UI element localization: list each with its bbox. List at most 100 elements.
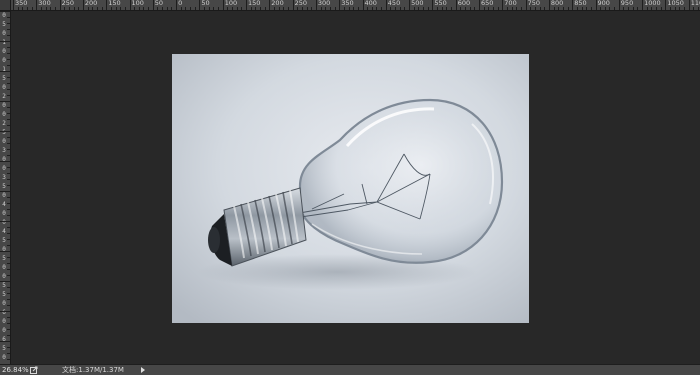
ruler-label: 250 xyxy=(61,0,75,7)
ruler-tick-minor xyxy=(600,7,602,10)
ruler-tick-minor xyxy=(7,317,10,318)
ruler-tick-minor xyxy=(353,7,355,10)
ruler-tick-minor xyxy=(7,245,10,246)
horizontal-ruler[interactable]: 350 300 250 200 150 100 50 0 50 100 150 200 250 300 35… xyxy=(11,0,700,11)
ruler-tick-major xyxy=(0,191,10,192)
ruler-tick-minor xyxy=(7,173,10,174)
ruler-tick-minor xyxy=(301,7,303,10)
document-size-label: 文档: xyxy=(62,366,79,374)
ruler-tick-minor xyxy=(297,7,299,10)
ruler-tick-minor xyxy=(7,17,10,18)
ruler-tick-minor xyxy=(171,7,173,10)
ruler-tick-minor xyxy=(7,359,10,360)
ruler-tick-minor xyxy=(390,7,392,10)
ruler-tick-major xyxy=(59,0,61,10)
ruler-tick-minor xyxy=(148,7,150,10)
ruler-tick-minor xyxy=(483,7,485,10)
ruler-tick-minor xyxy=(558,7,560,10)
ruler-label: 450 xyxy=(387,0,401,7)
ruler-tick-major xyxy=(315,0,317,10)
ruler-tick-minor xyxy=(166,7,168,10)
ruler-tick-minor xyxy=(325,7,327,10)
ruler-tick-minor xyxy=(437,7,439,10)
ruler-tick-major xyxy=(479,0,480,10)
ruler-tick-major xyxy=(106,0,108,10)
ruler-tick-minor xyxy=(7,179,10,180)
ruler-tick-major xyxy=(362,0,364,10)
ruler-tick-minor xyxy=(698,7,700,10)
ruler-tick-minor xyxy=(138,7,140,10)
ruler-tick-minor xyxy=(7,77,10,78)
ruler-tick-minor xyxy=(236,7,238,10)
ruler-tick-major xyxy=(129,0,131,10)
ruler-tick-minor xyxy=(185,7,187,10)
ruler-tick-minor xyxy=(7,35,10,36)
ruler-tick-minor xyxy=(7,167,10,168)
vertical-ruler[interactable]: 050100150200250300350400450500550600650 xyxy=(0,11,11,364)
ruler-tick-major xyxy=(618,0,620,10)
ruler-tick-minor xyxy=(264,7,266,10)
ruler-tick-major xyxy=(0,11,10,12)
ruler-tick-minor xyxy=(96,7,98,10)
ruler-tick-minor xyxy=(7,47,10,48)
ruler-tick-minor xyxy=(7,23,10,24)
ruler-tick-minor xyxy=(134,7,136,10)
ruler-tick-minor xyxy=(427,7,429,10)
ruler-tick-minor xyxy=(357,7,359,10)
ruler-tick-minor xyxy=(660,7,662,10)
ruler-tick-minor xyxy=(7,257,10,258)
ruler-tick-minor xyxy=(7,329,10,330)
ruler-tick-major xyxy=(0,131,10,132)
ruler-tick-minor xyxy=(320,7,322,10)
ruler-tick-minor xyxy=(283,7,285,10)
ruler-label: 800 xyxy=(550,0,564,7)
ruler-tick-major xyxy=(0,161,10,162)
ruler-tick-minor xyxy=(7,209,10,210)
ruler-tick-minor xyxy=(306,7,308,10)
ruler-tick-minor xyxy=(255,7,257,10)
ruler-label: 1000 xyxy=(644,0,661,7)
ruler-tick-minor xyxy=(64,7,66,10)
canvas-area[interactable] xyxy=(11,11,700,364)
ruler-tick-major xyxy=(82,0,84,10)
ruler-tick-minor xyxy=(632,7,634,10)
ruler-label: 650 xyxy=(481,0,494,7)
ruler-tick-minor xyxy=(670,7,672,10)
ruler-tick-minor xyxy=(208,7,210,10)
export-icon[interactable] xyxy=(30,366,38,374)
ruler-label: 600 xyxy=(457,0,471,7)
ruler-tick-minor xyxy=(157,7,159,10)
ruler-origin[interactable] xyxy=(0,0,11,11)
ruler-label: 50 xyxy=(201,0,210,7)
ruler-tick-minor xyxy=(651,7,653,10)
ruler-tick-minor xyxy=(516,7,518,10)
ruler-tick-minor xyxy=(7,263,10,264)
ruler-tick-minor xyxy=(348,7,350,10)
ruler-tick-minor xyxy=(115,7,117,10)
ruler-tick-minor xyxy=(674,7,676,10)
ruler-tick-minor xyxy=(311,7,313,10)
ruler-tick-minor xyxy=(73,7,75,10)
document-canvas[interactable] xyxy=(172,54,529,323)
ruler-label: 1100 xyxy=(690,0,700,7)
ruler-tick-minor xyxy=(371,7,373,10)
ruler-tick-major xyxy=(525,0,527,10)
ruler-tick-minor xyxy=(329,7,331,10)
ruler-tick-minor xyxy=(334,7,336,10)
play-arrow-icon[interactable] xyxy=(141,367,145,373)
zoom-level-field[interactable]: 26.84% xyxy=(2,365,29,375)
ruler-tick-minor xyxy=(26,7,28,10)
ruler-tick-minor xyxy=(553,7,555,10)
ruler-tick-major xyxy=(642,0,644,10)
ruler-tick-minor xyxy=(110,7,112,10)
ruler-tick-minor xyxy=(78,7,80,10)
ruler-tick-major xyxy=(572,0,574,10)
ruler-tick-major xyxy=(688,0,690,10)
ruler-tick-minor xyxy=(567,7,569,10)
ruler-label: 950 xyxy=(620,0,634,7)
ruler-tick-minor xyxy=(488,7,490,10)
ruler-tick-minor xyxy=(576,7,578,10)
ruler-tick-minor xyxy=(590,7,592,10)
ruler-tick-major xyxy=(502,0,504,10)
ruler-tick-minor xyxy=(7,125,10,126)
